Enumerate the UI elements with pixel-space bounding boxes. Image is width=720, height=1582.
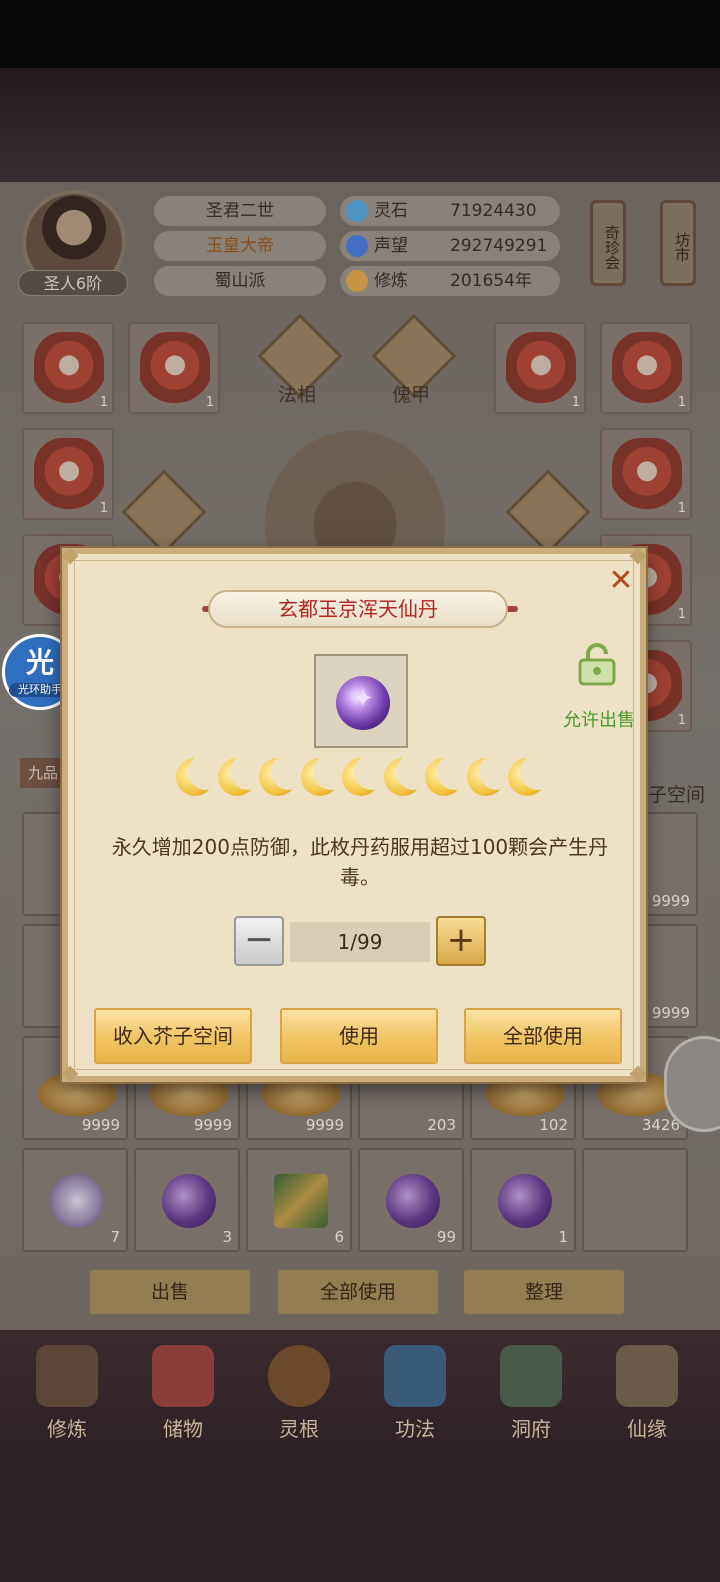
use-button[interactable]: 使用 [280, 1008, 438, 1064]
nav-storage[interactable]: 储物 [138, 1345, 228, 1445]
moon-icon [383, 758, 422, 796]
moon-icon [342, 758, 380, 796]
bag-icon [152, 1345, 214, 1407]
item-icon-frame: ✦ [314, 654, 408, 748]
moon-icon [176, 758, 214, 796]
moon-icon [217, 758, 256, 796]
spirit-root-icon [268, 1345, 330, 1407]
status-bar [0, 0, 720, 68]
cultivate-icon [36, 1345, 98, 1407]
moon-icon [259, 758, 297, 796]
item-description: 永久增加200点防御，此枚丹药服用超过100颗会产生丹毒。 [111, 835, 609, 889]
nav-cave[interactable]: 洞府 [486, 1345, 576, 1445]
increase-quantity-button[interactable]: + [436, 916, 486, 966]
nav-cultivate[interactable]: 修炼 [22, 1345, 112, 1445]
decrease-quantity-button[interactable]: − [234, 916, 284, 966]
dialog-inner-border [74, 560, 634, 1070]
moon-icon [466, 758, 505, 796]
quantity-field[interactable]: 1/99 [290, 922, 430, 962]
grade-moons [176, 758, 546, 804]
item-title: 玄都玉京浑天仙丹 [208, 590, 508, 628]
pill-glyph: ✦ [352, 684, 374, 714]
item-detail-dialog: ✕ 玄都玉京浑天仙丹 ✦ 允许出售 永久增加200点防御，此枚丹药服用超过100… [61, 547, 647, 1083]
top-background [0, 68, 720, 188]
moon-icon [300, 758, 339, 796]
sell-allowed-label: 允许出售 [563, 710, 635, 731]
store-to-space-button[interactable]: 收入芥子空间 [94, 1008, 252, 1064]
gourd-icon [616, 1345, 678, 1407]
use-all-item-button[interactable]: 全部使用 [464, 1008, 622, 1064]
unlock-icon [578, 643, 616, 686]
cave-icon [500, 1345, 562, 1407]
book-icon [384, 1345, 446, 1407]
moon-icon [508, 758, 546, 796]
bottom-background [0, 1454, 720, 1582]
nav-fate[interactable]: 仙缘 [602, 1345, 692, 1445]
nav-spirit-root[interactable]: 灵根 [254, 1345, 344, 1445]
close-button[interactable]: ✕ [606, 566, 636, 596]
side-float-button[interactable] [664, 1036, 720, 1132]
nav-technique[interactable]: 功法 [370, 1345, 460, 1445]
moon-icon [425, 758, 463, 796]
